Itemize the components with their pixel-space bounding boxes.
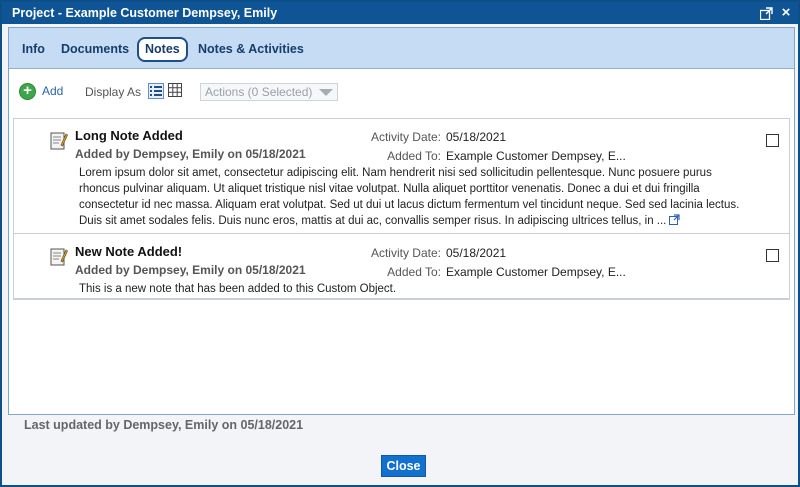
note-body-text: This is a new note that has been added t… [79, 283, 397, 295]
activity-date-value: 05/18/2021 [446, 246, 507, 260]
close-button[interactable]: Close [381, 455, 426, 477]
note-icon [50, 247, 68, 267]
last-updated-text: Last updated by Dempsey, Emily on 05/18/… [24, 418, 304, 432]
note-body-text: Lorem ipsum dolor sit amet, consectetur … [79, 167, 740, 227]
actions-dropdown[interactable]: Actions (0 Selected) [200, 83, 338, 101]
display-as-label: Display As [85, 85, 142, 99]
list-view-icon[interactable] [148, 83, 164, 99]
external-link-icon[interactable] [669, 214, 680, 225]
activity-date-label: Activity Date: [370, 246, 441, 260]
main-panel: Info Documents Notes Notes & Activities … [8, 27, 795, 415]
note-title[interactable]: New Note Added! [75, 244, 182, 259]
note-added-by: Added by Dempsey, Emily on 05/18/2021 [75, 263, 306, 277]
popout-icon[interactable] [758, 5, 774, 21]
note-checkbox[interactable] [766, 134, 779, 147]
add-icon: + [19, 82, 36, 100]
added-to-value: Example Customer Dempsey, E... [446, 149, 626, 163]
toolbar: + Add Display As Actions (0 Selected) [9, 70, 794, 110]
tab-notes[interactable]: Notes [137, 37, 188, 62]
dialog-title: Project - Example Customer Dempsey, Emil… [12, 6, 278, 20]
title-bar[interactable]: Project - Example Customer Dempsey, Emil… [2, 2, 798, 24]
tab-documents[interactable]: Documents [61, 39, 129, 61]
tab-notes-activities[interactable]: Notes & Activities [198, 39, 304, 61]
note-checkbox[interactable] [766, 249, 779, 262]
note-item: Long Note Added Added by Dempsey, Emily … [14, 119, 789, 234]
actions-label: Actions (0 Selected) [205, 85, 313, 99]
activity-date-value: 05/18/2021 [446, 130, 507, 144]
note-added-by: Added by Dempsey, Emily on 05/18/2021 [75, 147, 306, 161]
note-item: New Note Added! Added by Dempsey, Emily … [14, 235, 789, 299]
tab-info[interactable]: Info [22, 39, 45, 61]
added-to-label: Added To: [387, 149, 441, 163]
added-to-label: Added To: [387, 265, 441, 279]
note-body: Lorem ipsum dolor sit amet, consectetur … [79, 165, 749, 229]
note-title[interactable]: Long Note Added [75, 128, 183, 143]
added-to-value: Example Customer Dempsey, E... [446, 265, 626, 279]
tab-bar: Info Documents Notes Notes & Activities [9, 28, 794, 69]
note-icon [50, 131, 68, 151]
add-button[interactable]: + Add [19, 82, 63, 100]
activity-date-label: Activity Date: [370, 130, 441, 144]
notes-list: Long Note Added Added by Dempsey, Emily … [13, 118, 790, 300]
close-icon[interactable]: × [778, 5, 794, 21]
chevron-down-icon [319, 89, 333, 96]
add-label: Add [42, 84, 64, 98]
grid-view-icon[interactable] [168, 83, 184, 99]
project-dialog: Project - Example Customer Dempsey, Emil… [0, 0, 800, 487]
note-body: This is a new note that has been added t… [79, 281, 749, 297]
